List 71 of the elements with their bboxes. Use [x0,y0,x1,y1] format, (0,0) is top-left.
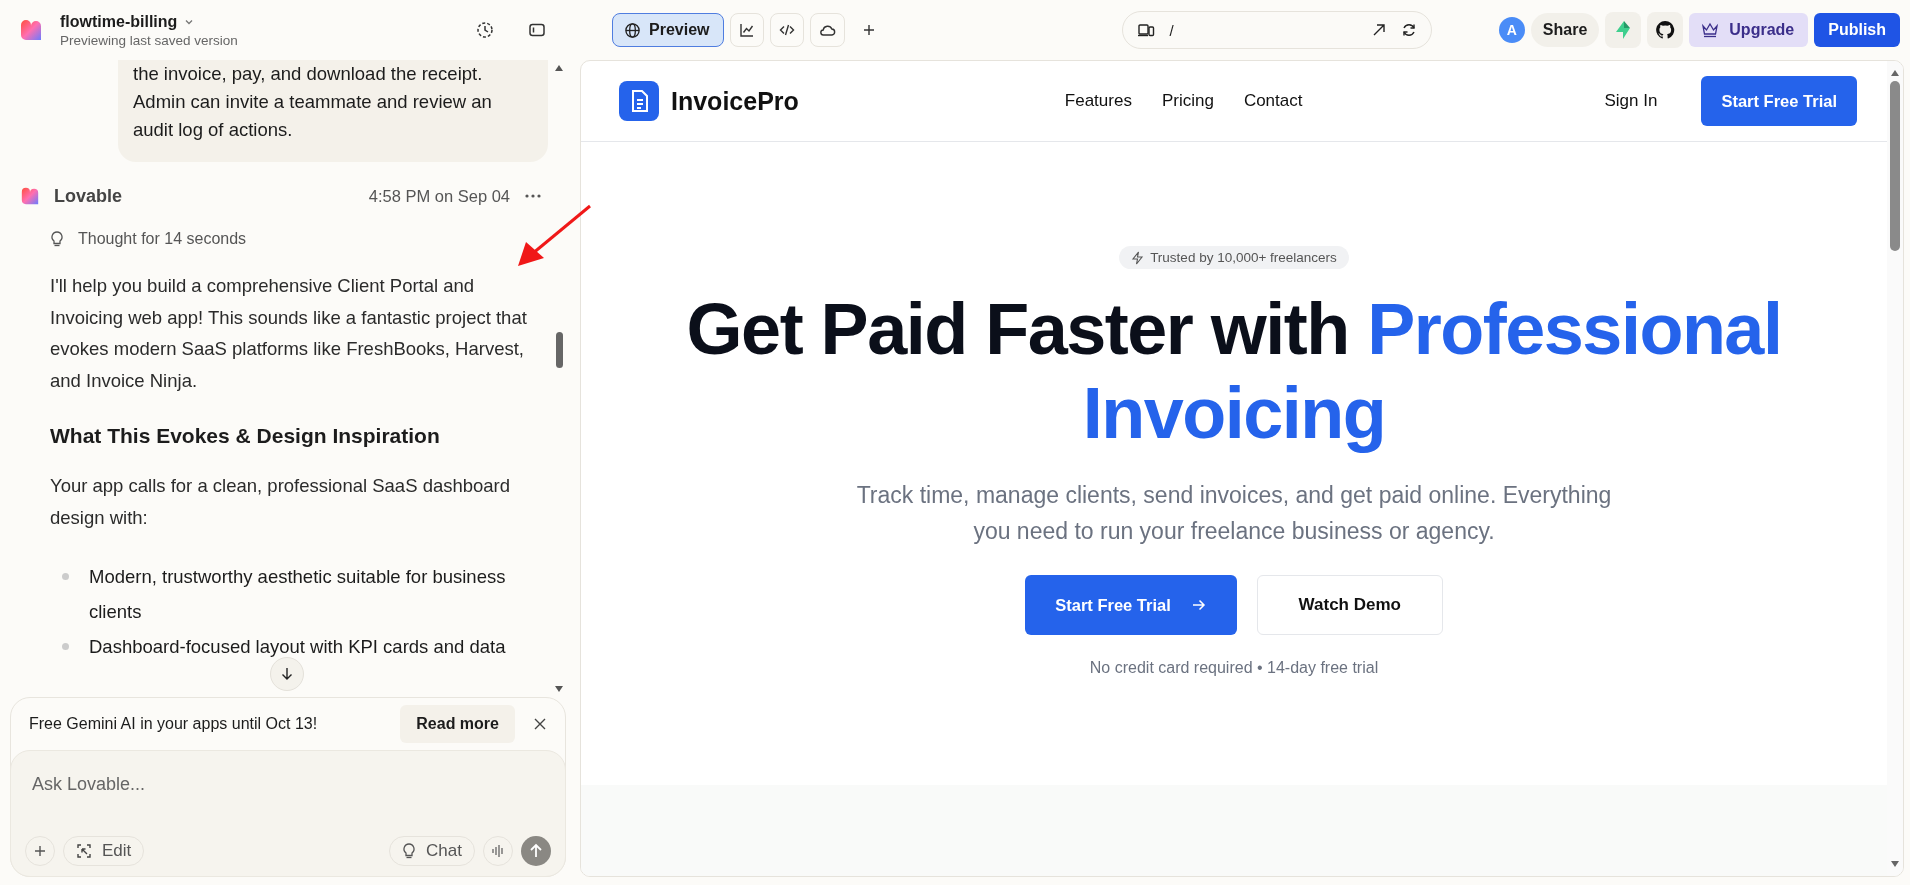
waveform-icon [491,844,505,858]
publish-button[interactable]: Publish [1814,13,1900,47]
project-name-dropdown[interactable]: flowtime-billing [60,12,238,31]
share-button[interactable]: Share [1530,13,1600,47]
crown-icon [1701,22,1720,38]
lightbulb-icon [50,230,64,248]
globe-icon [624,21,641,39]
arrow-right-icon [1190,598,1207,612]
assistant-name: Lovable [54,185,123,207]
message-time: 4:58 PM on Sep 04 [368,186,510,206]
trial-note: No credit card required • 14-day free trial [1089,659,1379,677]
github-icon [1655,20,1676,40]
start-trial-button[interactable]: Start Free Trial [1701,76,1857,126]
user-message: the invoice, pay, and download the receipt. Admin can invite a teammate and review an audit log of actions. [118,60,548,162]
thought-duration: Thought for 14 seconds [78,230,247,248]
more-icon[interactable] [524,193,542,199]
message-paragraph: Your app calls for a clean, professional SaaS dashboard design with: [50,474,512,530]
bullet-dot [62,573,69,580]
close-icon[interactable] [533,717,547,731]
message-composer[interactable]: Ask Lovable... Edit Chat [10,750,566,877]
brand-logo-icon [619,81,659,121]
nav-link[interactable]: Contact [1243,91,1303,111]
url-bar[interactable]: / [1122,11,1433,49]
hero-subtitle: Track time, manage clients, send invoices, and get paid online. Everything you need to run your freelance business or agency. [855,481,1613,546]
lightbulb-icon [402,842,417,860]
preview-status: Previewing last saved version [60,32,238,48]
message-paragraph: I'll help you build a comprehensive Client Portal and Invoicing web app! This sounds like a fantastic project that evokes modern SaaS platforms like FreshBooks, Harvest, and Invoice Ninja. [50,274,528,393]
watch-demo-button[interactable]: Watch Demo [1256,575,1443,635]
scroll-up-icon[interactable] [1890,69,1900,77]
bolt-icon [1131,250,1145,265]
nav-link[interactable]: Features [1064,91,1132,111]
hero-title: Get Paid Faster with Professional Invoicing [685,288,1783,455]
scroll-up-icon[interactable] [554,64,564,72]
message-heading: What This Evokes & Design Inspiration [50,424,441,448]
code-icon [779,22,796,38]
promo-banner-text: Free Gemini AI in your apps until Oct 13! [29,715,318,733]
code-tab[interactable] [770,13,805,47]
start-trial-button[interactable]: Start Free Trial [1025,575,1237,635]
scroll-down-icon[interactable] [1890,860,1900,868]
send-button[interactable] [521,836,551,866]
scroll-to-bottom-button[interactable] [270,657,304,691]
scroll-down-icon[interactable] [554,685,564,693]
logo-icon [20,19,42,41]
line-chart-icon [739,22,756,38]
arrow-up-icon [528,843,544,859]
github-button[interactable] [1647,12,1684,48]
scrollbar-thumb[interactable] [1890,81,1900,251]
arrow-down-icon [280,667,294,681]
lovable-avatar-icon [20,187,40,205]
bullet-dot [62,643,69,650]
plus-icon [33,844,47,858]
nav-link[interactable]: Pricing [1161,91,1214,111]
scrollbar-thumb[interactable] [555,332,563,368]
sign-in-link[interactable]: Sign In [1604,91,1658,111]
url-path: / [1169,21,1174,39]
upgrade-button[interactable]: Upgrade [1689,13,1809,47]
select-cursor-icon [76,843,92,859]
refresh-icon[interactable] [1401,22,1418,38]
analytics-tab[interactable] [730,13,765,47]
bullet-item: Dashboard-focused layout with KPI cards and data [89,635,506,659]
bolt-icon [1614,20,1633,40]
read-more-button[interactable]: Read more [400,705,515,743]
devices-icon[interactable] [1137,22,1156,38]
cloud-tab[interactable] [810,13,846,47]
trust-badge: Trusted by 10,000+ freelancers [1119,246,1349,269]
preview-tab[interactable]: Preview [612,13,725,47]
history-icon[interactable] [476,21,494,39]
bullet-item: Modern, trustworthy aesthetic suitable for business clients [89,565,507,624]
external-link-icon[interactable] [1371,22,1388,38]
sidebar-icon[interactable] [528,21,546,39]
brand-name: InvoicePro [671,86,799,116]
